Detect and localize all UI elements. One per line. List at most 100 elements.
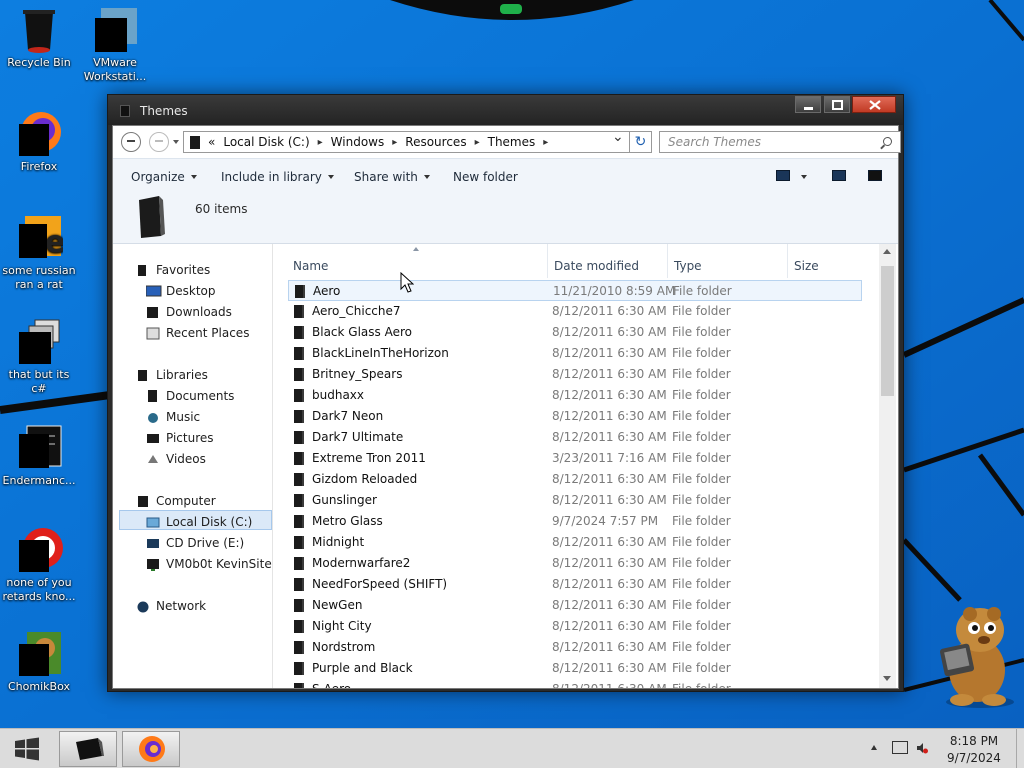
desktop-icon-that-but-its-c[interactable]: that but its c# xyxy=(0,318,78,396)
desktop-icon-none-of-you[interactable]: none of you retards kno... xyxy=(0,526,78,604)
maximize-button[interactable] xyxy=(824,96,850,113)
nav-favorites[interactable]: Favorites xyxy=(138,263,210,277)
help-icon[interactable] xyxy=(868,170,882,181)
scroll-up-icon[interactable] xyxy=(883,249,891,254)
change-view-icon[interactable] xyxy=(776,170,790,181)
address-history-dropdown[interactable] xyxy=(607,129,627,151)
volume-muted-icon[interactable] xyxy=(916,742,928,754)
window-title: Themes xyxy=(140,104,188,118)
table-row[interactable]: Extreme Tron 2011 3/23/2011 7:16 AM File f… xyxy=(288,448,862,469)
table-row[interactable]: Dark7 Neon 8/12/2011 6:30 AM File folder xyxy=(288,406,862,427)
desktop-icon-endermanch[interactable]: Endermanc... xyxy=(0,424,78,488)
column-header-size[interactable]: Size xyxy=(794,259,819,273)
nav-videos[interactable]: Videos xyxy=(148,452,206,466)
file-name: Aero xyxy=(313,284,341,298)
recent-pages-dropdown[interactable] xyxy=(173,140,179,144)
nav-desktop[interactable]: Desktop xyxy=(145,284,216,298)
nav-documents[interactable]: Documents xyxy=(148,389,234,403)
nav-pictures[interactable]: Pictures xyxy=(147,431,214,445)
table-row[interactable]: Gizdom Reloaded 8/12/2011 6:30 AM File fol… xyxy=(288,469,862,490)
column-divider[interactable] xyxy=(787,244,788,278)
hamster-mascot-image xyxy=(939,607,1014,708)
table-row[interactable]: budhaxx 8/12/2011 6:30 AM File folder xyxy=(288,385,862,406)
start-button[interactable] xyxy=(0,729,54,768)
table-row[interactable]: Midnight 8/12/2011 6:30 AM File folder xyxy=(288,532,862,553)
table-row[interactable]: Dark7 Ultimate 8/12/2011 6:30 AM File fold… xyxy=(288,427,862,448)
sort-ascending-icon xyxy=(413,247,419,251)
desktop-icon-recycle-bin[interactable]: Recycle Bin xyxy=(0,6,78,70)
close-button[interactable] xyxy=(852,96,896,113)
back-button[interactable] xyxy=(121,132,141,152)
breadcrumb-themes[interactable]: Themes xyxy=(488,135,536,149)
clock-date[interactable]: 9/7/2024 xyxy=(946,751,1002,765)
share-with-button[interactable]: Share with xyxy=(354,170,430,184)
nav-libraries[interactable]: Libraries xyxy=(138,368,208,382)
network-status-icon[interactable] xyxy=(892,741,908,754)
breadcrumb-windows[interactable]: Windows xyxy=(331,135,385,149)
desktop-icon-firefox[interactable]: Firefox xyxy=(0,110,78,174)
column-header-date-modified[interactable]: Date modified xyxy=(554,259,639,273)
minimize-button[interactable] xyxy=(795,96,821,113)
column-header-type[interactable]: Type xyxy=(674,259,702,273)
search-input[interactable]: Search Themes xyxy=(659,131,901,153)
table-row[interactable]: NeedForSpeed (SHIFT) 8/12/2011 6:30 AM Fil… xyxy=(288,574,862,595)
desktop-icon-vmware[interactable]: VMware Workstati... xyxy=(76,6,154,84)
nav-network[interactable]: Network xyxy=(137,599,206,613)
view-options-dropdown[interactable] xyxy=(795,170,807,184)
table-row[interactable]: Modernwarfare2 8/12/2011 6:30 AM File fold… xyxy=(288,553,862,574)
table-row[interactable]: BlackLineInTheHorizon 8/12/2011 6:30 AM Fi… xyxy=(288,343,862,364)
table-row[interactable]: NewGen 8/12/2011 6:30 AM File folder xyxy=(288,595,862,616)
table-row[interactable]: Britney_Spears 8/12/2011 6:30 AM File fold… xyxy=(288,364,862,385)
table-row[interactable]: Black Glass Aero 8/12/2011 6:30 AM File fo… xyxy=(288,322,862,343)
organize-button[interactable]: Organize xyxy=(131,170,197,184)
table-row[interactable]: S-Aero 8/12/2011 6:30 AM File folder xyxy=(288,679,862,688)
breadcrumb-separator-icon[interactable]: ▸ xyxy=(318,137,323,148)
file-type: File folder xyxy=(672,451,731,465)
breadcrumb-local-disk[interactable]: Local Disk (C:) xyxy=(223,135,309,149)
breadcrumb[interactable]: « Local Disk (C:) ▸ Windows ▸ Resources … xyxy=(183,131,630,153)
file-type: File folder xyxy=(672,430,731,444)
scrollbar-thumb[interactable] xyxy=(881,266,894,396)
breadcrumb-separator-icon[interactable]: ▸ xyxy=(392,137,397,148)
folder-icon xyxy=(294,347,304,360)
show-hidden-icons-icon[interactable] xyxy=(871,745,877,750)
breadcrumb-overflow[interactable]: « xyxy=(208,135,215,149)
table-row[interactable]: Gunslinger 8/12/2011 6:30 AM File folder xyxy=(288,490,862,511)
desktop-icon-chomikbox[interactable]: ChomikBox xyxy=(0,630,78,694)
refresh-button[interactable]: ↻ xyxy=(630,131,652,153)
forward-button[interactable] xyxy=(149,132,169,152)
nav-local-disk[interactable]: Local Disk (C:) xyxy=(146,515,252,529)
breadcrumb-separator-icon[interactable]: ▸ xyxy=(543,137,548,148)
folder-icon xyxy=(294,410,304,423)
column-divider[interactable] xyxy=(667,244,668,278)
folder-icon xyxy=(294,452,304,465)
scroll-down-icon[interactable] xyxy=(883,676,891,681)
nav-music[interactable]: Music xyxy=(148,410,200,424)
nav-computer[interactable]: Computer xyxy=(138,494,216,508)
preview-pane-icon[interactable] xyxy=(832,170,846,181)
table-row[interactable]: Purple and Black 8/12/2011 6:30 AM File fo… xyxy=(288,658,862,679)
window-titlebar[interactable]: Themes xyxy=(108,95,903,125)
table-row[interactable]: Night City 8/12/2011 6:30 AM File folder xyxy=(288,616,862,637)
nav-cd-drive[interactable]: CD Drive (E:) xyxy=(147,536,244,550)
breadcrumb-separator-icon[interactable]: ▸ xyxy=(475,137,480,148)
table-row[interactable]: Aero_Chicche7 8/12/2011 6:30 AM File folde… xyxy=(288,301,862,322)
table-row[interactable]: Nordstrom 8/12/2011 6:30 AM File folder xyxy=(288,637,862,658)
include-in-library-button[interactable]: Include in library xyxy=(221,170,334,184)
column-divider[interactable] xyxy=(547,244,548,278)
table-row[interactable]: Aero 11/21/2010 8:59 AM File folder xyxy=(288,280,862,301)
nav-downloads[interactable]: Downloads xyxy=(147,305,232,319)
column-header-name[interactable]: Name xyxy=(293,259,328,273)
taskbar-firefox-button[interactable] xyxy=(122,731,180,767)
vertical-scrollbar[interactable] xyxy=(879,244,896,688)
desktop-icon-some-russian[interactable]: e some russian ran a rat xyxy=(0,214,78,292)
search-icon[interactable] xyxy=(883,137,892,146)
clock-time[interactable]: 8:18 PM xyxy=(946,734,1002,748)
nav-vm-share[interactable]: VM0b0t KevinSite xyxy=(147,557,272,571)
breadcrumb-resources[interactable]: Resources xyxy=(405,135,466,149)
taskbar-explorer-button[interactable] xyxy=(59,731,117,767)
new-folder-button[interactable]: New folder xyxy=(453,170,518,184)
show-desktop-button[interactable] xyxy=(1016,729,1024,768)
nav-recent-places[interactable]: Recent Places xyxy=(146,326,249,340)
table-row[interactable]: Metro Glass 9/7/2024 7:57 PM File folder xyxy=(288,511,862,532)
